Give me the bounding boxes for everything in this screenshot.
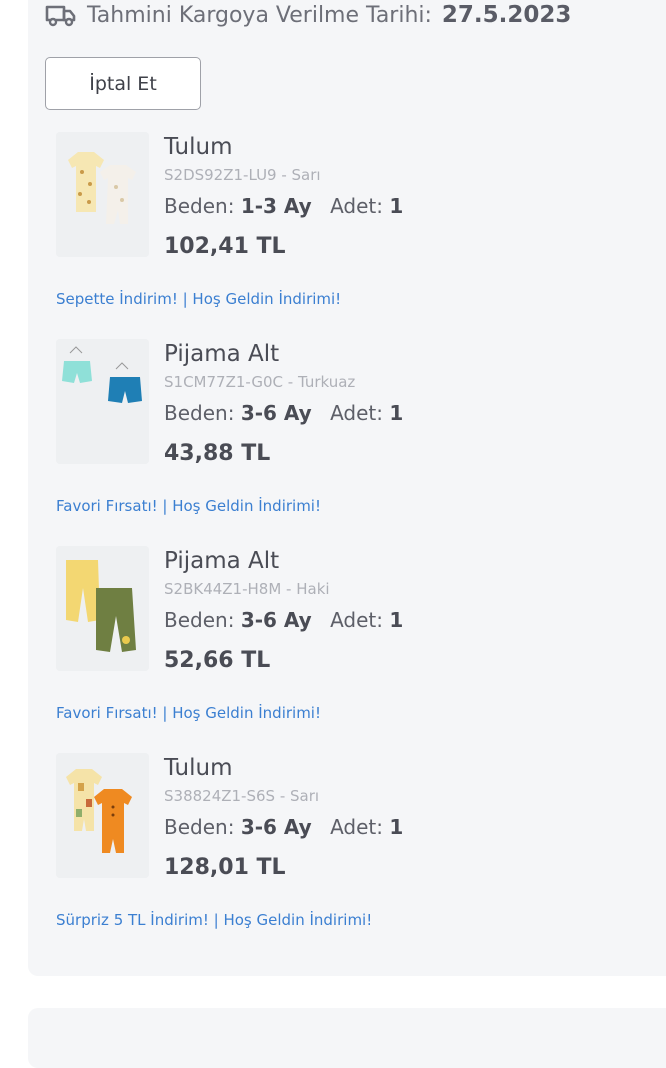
product-attributes: Beden: 1-3 Ay Adet: 1 [164, 194, 403, 218]
truck-icon [45, 3, 77, 27]
promo-link[interactable]: Favori Fırsatı! | Hoş Geldin İndirimi! [56, 497, 321, 515]
product-name[interactable]: Pijama Alt [164, 341, 279, 367]
size-value: 3-6 Ay [240, 608, 312, 632]
order-item: Tulum S2DS92Z1-LU9 - Sarı Beden: 1-3 Ay … [0, 132, 666, 332]
quantity-label: Adet: [330, 815, 383, 839]
order-item: Pijama Alt S1CM77Z1-G0C - Turkuaz Beden:… [0, 339, 666, 539]
quantity-value: 1 [389, 815, 404, 839]
promo-link[interactable]: Sepette İndirim! | Hoş Geldin İndirimi! [56, 290, 341, 308]
order-item: Tulum S38824Z1-S6S - Sarı Beden: 3-6 Ay … [0, 753, 666, 953]
size-label: Beden: [164, 401, 235, 425]
product-attributes: Beden: 3-6 Ay Adet: 1 [164, 401, 403, 425]
quantity-label: Adet: [330, 401, 383, 425]
promo-link[interactable]: Favori Fırsatı! | Hoş Geldin İndirimi! [56, 704, 321, 722]
product-attributes: Beden: 3-6 Ay Adet: 1 [164, 608, 403, 632]
shipping-estimate: Tahmini Kargoya Verilme Tarihi: 27.5.202… [45, 0, 571, 30]
size-value: 1-3 Ay [240, 194, 312, 218]
size-label: Beden: [164, 815, 235, 839]
promo-link[interactable]: Sürpriz 5 TL İndirim! | Hoş Geldin İndir… [56, 911, 372, 929]
product-sku: S2BK44Z1-H8M - Haki [164, 580, 330, 598]
product-price: 128,01 TL [164, 855, 286, 880]
shipping-date: 27.5.2023 [441, 2, 572, 28]
next-order-card [28, 1008, 666, 1068]
product-price: 102,41 TL [164, 234, 286, 259]
product-name[interactable]: Pijama Alt [164, 548, 279, 574]
quantity-value: 1 [389, 194, 404, 218]
product-image[interactable] [56, 546, 149, 671]
product-image[interactable] [56, 132, 149, 257]
product-image[interactable] [56, 339, 149, 464]
size-label: Beden: [164, 194, 235, 218]
size-label: Beden: [164, 608, 235, 632]
product-attributes: Beden: 3-6 Ay Adet: 1 [164, 815, 403, 839]
product-sku: S2DS92Z1-LU9 - Sarı [164, 166, 321, 184]
size-value: 3-6 Ay [240, 401, 312, 425]
quantity-label: Adet: [330, 608, 383, 632]
order-item: Pijama Alt S2BK44Z1-H8M - Haki Beden: 3-… [0, 546, 666, 746]
product-price: 52,66 TL [164, 648, 271, 673]
product-price: 43,88 TL [164, 441, 271, 466]
quantity-value: 1 [389, 608, 404, 632]
product-sku: S1CM77Z1-G0C - Turkuaz [164, 373, 356, 391]
size-value: 3-6 Ay [240, 815, 312, 839]
product-name[interactable]: Tulum [164, 755, 233, 781]
product-name[interactable]: Tulum [164, 134, 233, 160]
quantity-label: Adet: [330, 194, 383, 218]
product-sku: S38824Z1-S6S - Sarı [164, 787, 320, 805]
shipping-label: Tahmini Kargoya Verilme Tarihi: [87, 2, 432, 28]
cancel-order-button[interactable]: İptal Et [45, 57, 201, 110]
quantity-value: 1 [389, 401, 404, 425]
product-image[interactable] [56, 753, 149, 878]
